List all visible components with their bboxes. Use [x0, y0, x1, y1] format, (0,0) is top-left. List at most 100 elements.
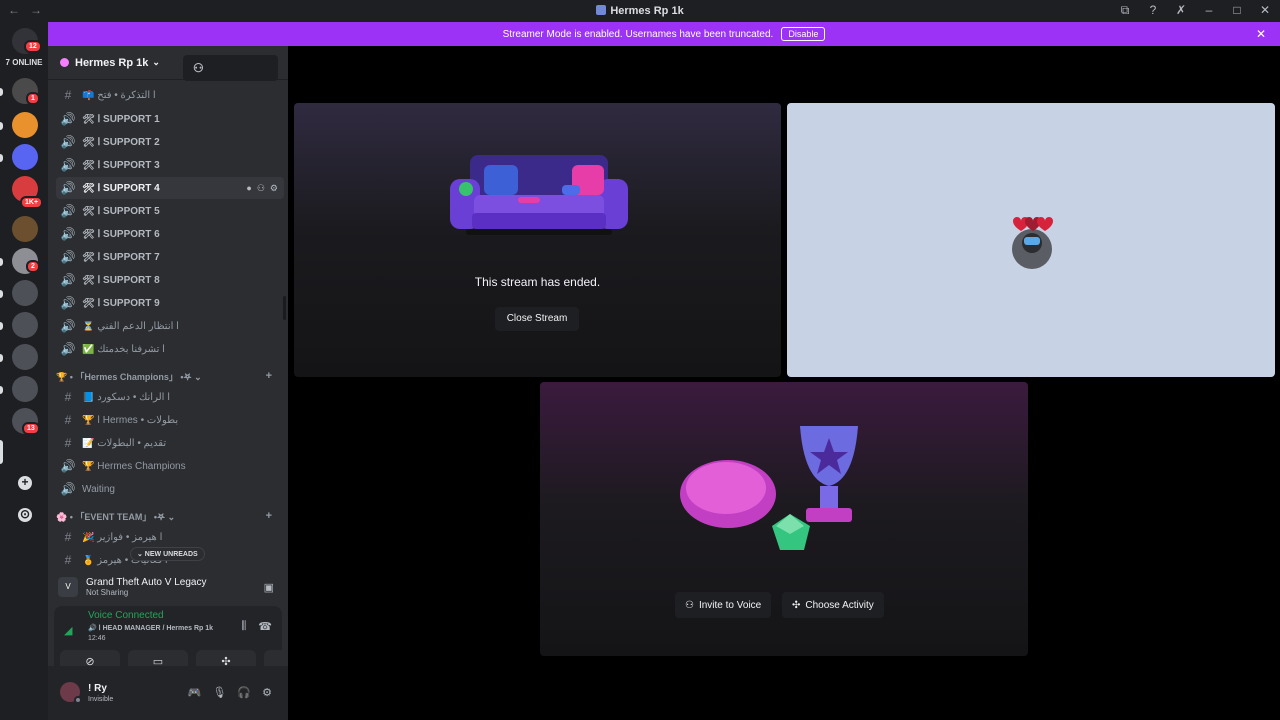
- game-icon: V: [58, 577, 78, 597]
- category-header[interactable]: 🏆 • 「Hermes Champions」 •𖤐 ⌄ +: [56, 368, 284, 384]
- channel-item[interactable]: 🔊 🛠 ا SUPPORT 6: [56, 223, 284, 245]
- channel-item[interactable]: 🔊 ⏳ ا انتظار الدعم الفني: [56, 315, 284, 337]
- channel-item[interactable]: 🔊 🛠 ا SUPPORT 4 ● ⚇ ⚙: [56, 177, 284, 199]
- add-channel-icon[interactable]: +: [266, 370, 272, 382]
- minimize-icon[interactable]: –: [1202, 3, 1216, 18]
- channel-label: 🛠 ا SUPPORT 7: [82, 251, 160, 263]
- user-panel: ! Ry Invisible 🎮 🎙 🎧 ⚙: [48, 666, 288, 720]
- server-icon[interactable]: [12, 376, 38, 402]
- activity-panel: V Grand Theft Auto V Legacy Not Sharing …: [54, 570, 282, 604]
- gamepad-icon[interactable]: 🎮: [188, 686, 202, 699]
- channel-item[interactable]: 🔊 🛠 ا SUPPORT 5: [56, 200, 284, 222]
- close-stream-button[interactable]: Close Stream: [495, 307, 579, 331]
- maximize-icon[interactable]: □: [1230, 3, 1244, 18]
- server-logo-icon: [596, 5, 607, 15]
- channel-item[interactable]: 🔊 ✅ ا تشرفنا بخدمتك: [56, 338, 284, 360]
- channel-item[interactable]: 🔊 🛠 ا SUPPORT 7: [56, 246, 284, 268]
- choose-activity-button[interactable]: ✣ Choose Activity: [782, 592, 884, 618]
- user-video-tile[interactable]: [787, 103, 1275, 377]
- text-channel-icon: #: [64, 413, 72, 427]
- channel-item[interactable]: 🔊 🛠 ا SUPPORT 9: [56, 292, 284, 314]
- channel-list: # 📫 ا التذكرة • فتح 🔊 🛠 ا SUPPORT 1 🔊 🛠 …: [48, 80, 288, 580]
- channel-tools: ● ⚇ ⚙: [246, 183, 278, 194]
- channel-item[interactable]: 🔊 🛠 ا SUPPORT 1: [56, 108, 284, 130]
- help-icon[interactable]: ?: [1146, 3, 1160, 18]
- username[interactable]: ! Ry: [88, 683, 107, 694]
- text-channel-icon: #: [64, 390, 72, 404]
- server-icon[interactable]: [12, 280, 38, 306]
- gear-icon[interactable]: ⚙: [270, 183, 278, 194]
- voice-status[interactable]: Voice Connected: [88, 610, 164, 621]
- stream-icon[interactable]: ⧉: [1118, 3, 1132, 18]
- game-status: Not Sharing: [86, 588, 129, 597]
- server-icon[interactable]: [12, 312, 38, 338]
- channel-item[interactable]: # 📘 ا الرانك • دسكورد: [56, 386, 284, 408]
- channel-label: 📝 تقديم • البطولات: [82, 437, 167, 449]
- discover-icon[interactable]: ⊙: [18, 508, 32, 522]
- server-icon[interactable]: [12, 112, 38, 138]
- stream-ended-text: This stream has ended.: [474, 275, 601, 289]
- game-title: Grand Theft Auto V Legacy: [86, 577, 207, 588]
- channel-item[interactable]: # 🏆 ا Hermes • بطولات: [56, 409, 284, 431]
- text-channel-icon: #: [64, 553, 72, 567]
- gear-icon[interactable]: ⚙: [262, 686, 272, 699]
- chat-icon[interactable]: ●: [246, 183, 251, 194]
- invite-to-voice-button[interactable]: ⚇ Invite to Voice: [675, 592, 772, 618]
- channel-item[interactable]: 🔊 🛠 ا SUPPORT 8: [56, 269, 284, 291]
- share-screen-icon[interactable]: ▣: [264, 581, 274, 594]
- channel-label: 🛠 ا SUPPORT 5: [82, 205, 160, 217]
- server-badge: 2: [26, 260, 40, 273]
- headphones-icon[interactable]: 🎧: [237, 686, 251, 699]
- channel-item[interactable]: # 🎉 ا هيرمز • فوازير: [56, 526, 284, 548]
- unread-pill: [0, 122, 3, 130]
- disable-streamer-button[interactable]: Disable: [781, 27, 826, 41]
- ended-stream-tile[interactable]: This stream has ended. Close Stream: [294, 103, 781, 377]
- boost-icon: [60, 58, 69, 67]
- channel-item[interactable]: 🔊 🛠 ا SUPPORT 3: [56, 154, 284, 176]
- chevron-down-icon: ⌄: [152, 57, 160, 67]
- user-controls: 🎮 🎙 🎧 ⚙: [188, 686, 272, 699]
- close-icon[interactable]: ✕: [1256, 27, 1266, 41]
- channel-label: 🏆 Hermes Champions: [82, 460, 186, 472]
- channel-sidebar: Hermes Rp 1k ⌄ ⚇ # 📫 ا التذكرة • فتح 🔊 🛠…: [48, 46, 324, 720]
- voice-channel-icon: 🔊: [60, 112, 76, 126]
- channel-label: 🛠 ا SUPPORT 9: [82, 297, 160, 309]
- microphone-icon[interactable]: 🎙: [212, 686, 226, 699]
- voice-channel-icon: 🔊: [60, 319, 76, 333]
- voice-channel-icon: 🔊: [60, 181, 76, 195]
- add-server-icon[interactable]: +: [18, 476, 32, 490]
- category-label: 🌸 • 「EVENT TEAM」 •𖤐 ⌄: [56, 511, 176, 522]
- tools-icon[interactable]: ✗: [1174, 3, 1188, 18]
- invite-people-icon[interactable]: ⚇: [183, 55, 278, 81]
- category-header[interactable]: 🌸 • 「EVENT TEAM」 •𖤐 ⌄ +: [56, 508, 284, 524]
- server-icon[interactable]: [12, 216, 38, 242]
- server-badge: 1K+: [20, 196, 44, 209]
- new-unreads-pill[interactable]: ⌄ NEW UNREADS: [130, 547, 205, 561]
- window-title: Hermes Rp 1k: [0, 5, 1280, 17]
- add-channel-icon[interactable]: +: [266, 510, 272, 522]
- close-window-icon[interactable]: ✕: [1258, 3, 1272, 18]
- guild-header[interactable]: Hermes Rp 1k ⌄ ⚇: [48, 46, 288, 81]
- channel-item[interactable]: 🔊 🛠 ا SUPPORT 2: [56, 131, 284, 153]
- unread-pill: [0, 290, 3, 298]
- channel-item[interactable]: 🔊 🏆 Hermes Champions: [56, 455, 284, 477]
- channel-label: 📘 ا الرانك • دسكورد: [82, 391, 170, 403]
- activity-tile[interactable]: ⚇ Invite to Voice ✣ Choose Activity: [540, 382, 1028, 656]
- channel-item[interactable]: # 📫 ا التذكرة • فتح: [56, 84, 284, 106]
- invite-icon[interactable]: ⚇: [257, 183, 265, 194]
- server-badge: 1: [26, 92, 40, 105]
- voice-channel-name[interactable]: 🔊 ا HEAD MANAGER / Hermes Rp 1k: [88, 624, 213, 632]
- channel-item[interactable]: 🔊 Waiting: [56, 478, 284, 500]
- unread-pill: [0, 386, 3, 394]
- voice-channel-icon: 🔊: [60, 227, 76, 241]
- signal-icon[interactable]: ◢: [64, 624, 72, 637]
- disconnect-icon[interactable]: ☎: [258, 620, 272, 633]
- noise-suppression-icon[interactable]: ⫼: [241, 620, 246, 633]
- server-icon[interactable]: [12, 344, 38, 370]
- add-user-icon: ⚇: [685, 599, 694, 611]
- scrollbar[interactable]: [283, 296, 286, 320]
- channel-item[interactable]: # 📝 تقديم • البطولات: [56, 432, 284, 454]
- text-channel-icon: #: [64, 88, 72, 102]
- server-icon[interactable]: [12, 144, 38, 170]
- text-channel-icon: #: [64, 436, 72, 450]
